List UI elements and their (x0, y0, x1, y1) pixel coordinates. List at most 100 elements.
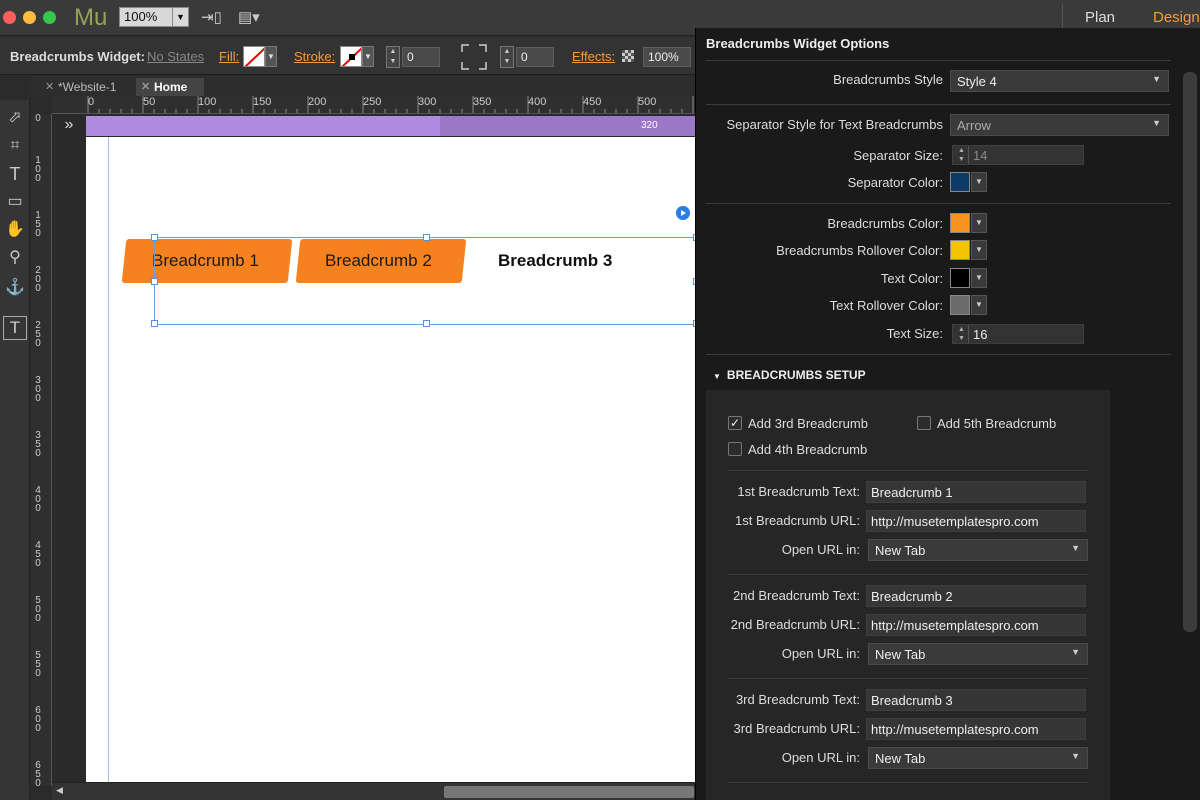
stepper-icon[interactable]: ▲ ▼ (500, 46, 514, 68)
chevron-down-icon[interactable]: ▼ (971, 268, 987, 288)
preview-mode-icon[interactable]: ▤▾ (238, 8, 260, 26)
crumb-3-text-input[interactable]: Breadcrumb 3 (866, 689, 1086, 711)
breadcrumbs-style-select[interactable]: Style 4 ▼ (950, 70, 1169, 92)
crumb-2-text-input[interactable]: Breadcrumb 2 (866, 585, 1086, 607)
tab-website-1[interactable]: ✕ *Website-1 (40, 78, 132, 96)
no-stroke-icon (341, 47, 361, 66)
text-color-swatch[interactable] (950, 268, 970, 288)
chevron-down-icon[interactable]: ▼ (971, 172, 987, 192)
fill-link[interactable]: Fill: (219, 49, 239, 64)
crumb-2-url-input[interactable]: http://musetemplatespro.com (866, 614, 1086, 636)
zoom-window-button[interactable] (43, 11, 56, 24)
rectangle-tool-icon[interactable]: ▭ (3, 190, 27, 214)
rollover-color-swatch[interactable] (950, 240, 970, 260)
crumb-1-open-select[interactable]: New Tab ▼ (868, 539, 1088, 561)
zoom-select[interactable]: 100% ▼ (119, 7, 189, 27)
corner-radius-icon (461, 44, 487, 70)
minimize-window-button[interactable] (23, 11, 36, 24)
corner-radius-field[interactable]: 0 (516, 47, 554, 67)
resize-handle[interactable] (423, 320, 430, 327)
hand-tool-icon[interactable]: ✋ (3, 218, 27, 242)
page-canvas[interactable]: Breadcrumb 1 Breadcrumb 2 Breadcrumb 3 (86, 137, 697, 782)
chevron-down-icon[interactable]: ▼ (971, 213, 987, 233)
ruler-label: 100 (35, 155, 41, 184)
crumb-3-url-input[interactable]: http://musetemplatespro.com (866, 718, 1086, 740)
fill-swatch[interactable] (243, 46, 265, 67)
stepper-icon[interactable]: ▲ ▼ (955, 325, 969, 343)
anchor-tool-icon[interactable]: ⚓ (3, 276, 27, 300)
ruler-label: 100 (198, 96, 217, 108)
widget-options-button[interactable] (676, 206, 690, 220)
widget-selection-frame[interactable] (151, 234, 697, 327)
zoom-value: 100% (124, 9, 158, 24)
document-tabs: ✕ *Website-1 ✕ Home (30, 76, 700, 96)
separator-color-swatch[interactable] (950, 172, 970, 192)
crumb-1-text-input[interactable]: Breadcrumb 1 (866, 481, 1086, 503)
resize-handle[interactable] (151, 278, 158, 285)
breakpoint-bar[interactable]: 320 (86, 116, 697, 136)
ruler-label: 350 (35, 430, 41, 459)
effects-link[interactable]: Effects: (572, 49, 615, 64)
stepper-icon[interactable]: ▲ ▼ (386, 46, 400, 68)
horizontal-scrollbar[interactable]: ◀ (52, 782, 697, 800)
resize-handle[interactable] (151, 320, 158, 327)
separator-size-field[interactable]: ▲ ▼ 14 (952, 145, 1084, 165)
ruler-label: 400 (528, 96, 547, 108)
text-rollover-color-swatch[interactable] (950, 295, 970, 315)
resize-handle[interactable] (151, 234, 158, 241)
crumb-3-open-select[interactable]: New Tab ▼ (868, 747, 1088, 769)
ruler-label: 250 (35, 320, 41, 349)
close-icon[interactable]: ✕ (141, 80, 150, 93)
resize-handle[interactable] (423, 234, 430, 241)
text-tool-icon[interactable]: T (3, 162, 27, 186)
chevron-down-icon: ▼ (1152, 118, 1161, 128)
selection-tool-icon[interactable]: ⬀ (3, 106, 27, 130)
breakpoint-range[interactable] (440, 116, 697, 136)
stroke-link[interactable]: Stroke: (294, 49, 335, 64)
scroll-left-icon[interactable]: ◀ (56, 785, 63, 796)
add-5th-breadcrumb-checkbox[interactable] (917, 416, 931, 430)
states-link[interactable]: No States (147, 49, 204, 64)
design-canvas[interactable]: » 320 Breadcrumb 1 Breadcrumb 2 Breadcru… (52, 114, 697, 782)
separator-style-select[interactable]: Arrow ▼ (950, 114, 1169, 136)
text-size-field[interactable]: ▲ ▼ 16 (952, 324, 1084, 344)
panel-scrollbar[interactable] (1180, 28, 1200, 800)
stroke-width-field[interactable]: 0 (402, 47, 440, 67)
double-chevron-right-icon[interactable]: » (58, 116, 80, 136)
chevron-down-icon[interactable]: ▼ (362, 46, 374, 67)
close-icon[interactable]: ✕ (45, 80, 54, 93)
crumb-1-open-label: Open URL in: (781, 542, 860, 557)
crumb-3-url-label: 3rd Breadcrumb URL: (733, 721, 860, 736)
add-3rd-breadcrumb-checkbox[interactable]: ✓ (728, 416, 742, 430)
rollover-color-label: Breadcrumbs Rollover Color: (776, 243, 943, 258)
ruler-label: 600 (35, 705, 41, 734)
text-frame-icon[interactable]: T (3, 316, 27, 340)
scrollbar-thumb[interactable] (1183, 72, 1197, 632)
chevron-down-icon[interactable]: ▼ (971, 295, 987, 315)
chevron-down-icon[interactable]: ▼ (971, 240, 987, 260)
breadcrumbs-color-swatch[interactable] (950, 213, 970, 233)
tab-label: Home (154, 80, 188, 94)
workspace-design-tab[interactable]: Design (1153, 9, 1200, 26)
checkbox-label: Add 4th Breadcrumb (748, 442, 868, 457)
close-window-button[interactable] (3, 11, 16, 24)
text-color-label: Text Color: (880, 271, 943, 286)
place-file-icon[interactable]: ⇥▯ (201, 8, 222, 26)
scrollbar-thumb[interactable] (444, 786, 694, 798)
crumb-2-open-select[interactable]: New Tab ▼ (868, 643, 1088, 665)
crumb-1-url-input[interactable]: http://musetemplatespro.com (866, 510, 1086, 532)
separator-size-label: Separator Size: (853, 148, 943, 163)
crop-tool-icon[interactable]: ⌗ (3, 134, 27, 158)
stroke-swatch[interactable] (340, 46, 362, 67)
vertical-ruler: 0 100 150 200 250 300 350 400 450 500 55… (31, 114, 52, 786)
tab-home[interactable]: ✕ Home (136, 78, 204, 96)
opacity-field[interactable]: 100% (643, 47, 691, 67)
chevron-down-icon[interactable]: ▼ (265, 46, 277, 67)
setup-section: ✓ Add 3rd Breadcrumb Add 5th Breadcrumb … (706, 390, 1110, 800)
add-4th-breadcrumb-checkbox[interactable] (728, 442, 742, 456)
stepper-icon[interactable]: ▲ ▼ (955, 146, 969, 164)
workspace-plan-tab[interactable]: Plan (1085, 9, 1115, 26)
zoom-tool-icon[interactable]: ⚲ (3, 246, 27, 270)
setup-section-header[interactable]: ▼ BREADCRUMBS SETUP (713, 368, 866, 382)
tools-panel: ⬀ ⌗ T ▭ ✋ ⚲ ⚓ T (0, 100, 30, 800)
